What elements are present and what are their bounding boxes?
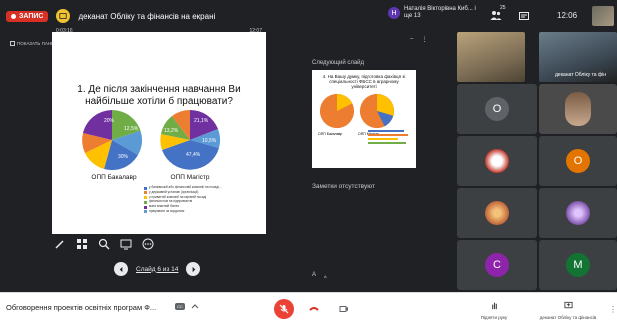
participant-tile[interactable] bbox=[539, 84, 617, 134]
next-pie1 bbox=[319, 93, 355, 129]
pie-chart-master: 21,1% 13,2% 10,5% 47,4% bbox=[160, 109, 221, 170]
legend-swatch bbox=[144, 210, 147, 214]
presenter-name: Наталія Вікторівна Киб... і ще 13 bbox=[404, 6, 476, 19]
slide-pager: Слайд 6 из 14 bbox=[114, 262, 201, 276]
chevron-right-icon bbox=[192, 266, 196, 272]
participant-photo bbox=[485, 149, 509, 173]
mic-toggle-button[interactable] bbox=[274, 299, 294, 319]
presenting-label: деканат Обліку та фінансів bbox=[539, 315, 597, 320]
raise-hand-label: Підняти руку bbox=[480, 315, 508, 320]
prev-slide-button[interactable] bbox=[114, 262, 128, 276]
participant-tile[interactable] bbox=[539, 188, 617, 238]
next-slide-preview[interactable]: 4. На Вашу думку, підготовка фахівця зі … bbox=[312, 70, 416, 168]
pie2-label: ОПП Магістр bbox=[170, 174, 210, 181]
camera-icon bbox=[339, 306, 348, 312]
participant-photo bbox=[566, 201, 590, 225]
leave-call-button[interactable] bbox=[304, 299, 324, 319]
pen-icon[interactable] bbox=[54, 238, 66, 250]
participant-tile[interactable]: C bbox=[457, 240, 537, 290]
chevron-up-icon[interactable] bbox=[191, 302, 199, 310]
legend-swatch bbox=[144, 186, 147, 190]
chart-legend: у банківській або фінансовій компанії на… bbox=[144, 185, 224, 215]
zoom-out-button[interactable]: A bbox=[324, 272, 327, 279]
screen-share-title: деканат Обліку та фінансів на екрані bbox=[78, 11, 216, 21]
window-controls: – ⋮ bbox=[410, 36, 427, 43]
bottom-bar: Обговорення проектів освітніх програм Ф.… bbox=[0, 292, 617, 322]
participant-avatar: C bbox=[485, 253, 509, 277]
legend-swatch bbox=[144, 205, 147, 209]
slide-title: 1. Де після закінчення навчання Ви найбі… bbox=[77, 84, 241, 107]
legend-swatch bbox=[144, 196, 147, 200]
current-slide: 1. Де після закінчення навчання Ви найбі… bbox=[52, 32, 266, 234]
slide-counter[interactable]: Слайд 6 из 14 bbox=[136, 266, 178, 273]
participant-photo bbox=[485, 201, 509, 225]
mic-off-icon bbox=[279, 304, 289, 314]
presenter-avatar-icon bbox=[56, 9, 71, 23]
legend-text: працювати за кордоном bbox=[149, 208, 185, 213]
pie1-value: 12,5% bbox=[124, 126, 139, 132]
next-pie1-label: ОПП Бакалавр bbox=[318, 132, 343, 136]
record-dot-icon bbox=[11, 13, 16, 19]
captions-icon[interactable]: CC bbox=[175, 303, 185, 310]
zoom-in-button[interactable]: A bbox=[312, 272, 316, 279]
camera-toggle-button[interactable] bbox=[334, 299, 354, 319]
more-icon[interactable]: ⋮ bbox=[421, 36, 427, 43]
pie2-value: 13,2% bbox=[164, 128, 179, 134]
chevron-left-icon bbox=[119, 266, 122, 272]
next-slide-title: 4. На Вашу думку, підготовка фахівця зі … bbox=[322, 74, 406, 89]
chat-icon[interactable] bbox=[518, 11, 530, 23]
legend-swatch bbox=[144, 191, 147, 195]
participants-count: 25 bbox=[500, 5, 506, 11]
pie2-value: 21,1% bbox=[194, 118, 209, 124]
magnifier-icon[interactable] bbox=[98, 238, 110, 250]
hang-up-icon bbox=[309, 307, 319, 311]
participant-avatar: O bbox=[566, 149, 590, 173]
participant-name: деканат Обліку та фін bbox=[555, 72, 606, 78]
pointer-icon[interactable] bbox=[120, 238, 132, 250]
pie2-value: 47,4% bbox=[186, 152, 201, 158]
pie-chart-bachelor: 12,5% 20% 30% bbox=[82, 110, 142, 171]
participant-tile[interactable]: M bbox=[539, 240, 617, 290]
slide-tools bbox=[54, 238, 154, 250]
present-icon bbox=[563, 301, 573, 309]
participant-tile[interactable]: O bbox=[539, 136, 617, 186]
pie1-value: 30% bbox=[118, 154, 129, 160]
people-button[interactable]: 25 bbox=[490, 5, 506, 26]
meeting-title[interactable]: Обговорення проектів освітніх програм Ф.… bbox=[6, 303, 156, 312]
clock: 12:06 bbox=[557, 11, 578, 20]
next-legend bbox=[368, 128, 412, 156]
participant-tile[interactable]: O bbox=[457, 84, 537, 134]
notes-zoom: A A bbox=[312, 272, 327, 279]
next-pie2 bbox=[359, 93, 395, 129]
participant-tile[interactable] bbox=[457, 188, 537, 238]
slides-grid-icon[interactable] bbox=[76, 238, 88, 250]
participant-avatar: M bbox=[566, 253, 590, 277]
pie2-value: 10,5% bbox=[202, 138, 217, 144]
participant-avatar: O bbox=[485, 97, 509, 121]
legend-item: працювати за кордоном bbox=[144, 208, 224, 214]
notes-label: Заметки отсутствуют bbox=[312, 183, 375, 190]
pie1-value: 20% bbox=[104, 118, 115, 124]
recording-label: ЗАПИС bbox=[19, 12, 44, 20]
self-view-thumbnail[interactable] bbox=[592, 6, 614, 26]
more-options-icon[interactable] bbox=[142, 238, 154, 250]
more-options-icon[interactable]: ⋮ bbox=[609, 305, 617, 314]
next-slide-button[interactable] bbox=[186, 262, 201, 276]
minimize-icon[interactable]: – bbox=[410, 36, 413, 43]
participant-tile[interactable] bbox=[457, 136, 537, 186]
presenter-info[interactable]: Н Наталія Вікторівна Киб... і ще 13 bbox=[388, 6, 476, 20]
presenting-button[interactable]: деканат Обліку та фінансів bbox=[533, 297, 603, 320]
raise-hand-button[interactable]: Підняти руку bbox=[472, 297, 516, 320]
participant-photo bbox=[565, 92, 591, 126]
recording-badge: ЗАПИС bbox=[6, 10, 49, 22]
hand-icon bbox=[491, 302, 497, 310]
next-slide-label: Следующий слайд bbox=[312, 60, 365, 66]
legend-swatch bbox=[144, 200, 147, 204]
top-right-icons: 25 bbox=[490, 5, 530, 26]
pie1-label: ОПП Бакалавр bbox=[91, 174, 137, 181]
participant-video[interactable] bbox=[457, 32, 525, 82]
taskbar-icon bbox=[10, 40, 15, 46]
participant-grid: деканат Обліку та фін O O C M bbox=[457, 32, 617, 292]
presenter-avatar: Н bbox=[388, 7, 400, 19]
